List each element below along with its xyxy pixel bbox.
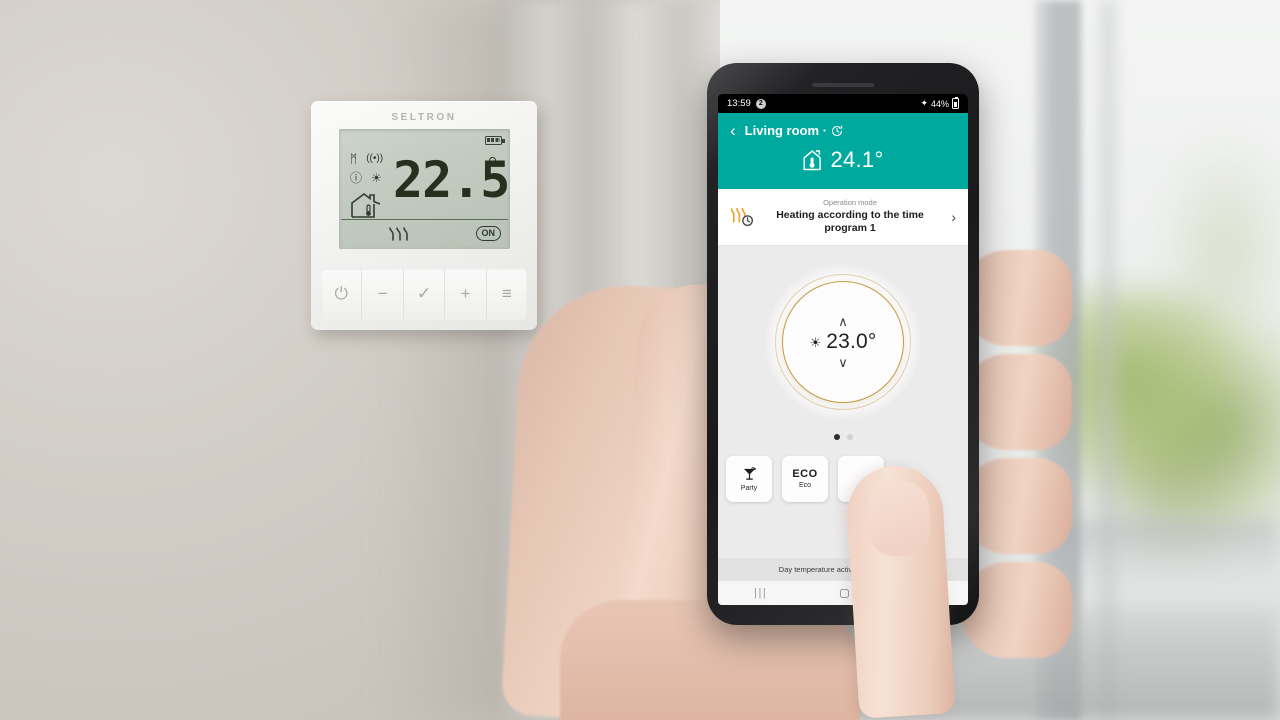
decrease-temperature-button[interactable]: ∨: [838, 356, 848, 369]
house-thermometer-icon: [803, 150, 822, 171]
current-temperature: 24.1°: [830, 147, 884, 172]
thermostat-keypad: ⏻ − ✓ + ≡: [321, 268, 527, 320]
lcd-divider: [341, 219, 508, 221]
quick-card-eco[interactable]: ECO Eco: [782, 456, 828, 503]
page-dot-1[interactable]: [833, 434, 840, 441]
house-thermometer-icon: [351, 193, 381, 218]
setpoint-display: ☀ 23.0°: [810, 330, 877, 354]
fingernail: [865, 477, 933, 559]
increase-temperature-button[interactable]: ∧: [838, 315, 848, 328]
operation-mode-texts: Operation mode Heating according to the …: [764, 198, 936, 235]
wifi-icon: ((•)): [366, 152, 384, 164]
page-title: Living room ·: [745, 123, 843, 138]
battery-icon: [485, 136, 505, 145]
recents-button[interactable]: |||: [754, 587, 767, 599]
power-button[interactable]: ⏻: [321, 268, 363, 320]
confirm-button[interactable]: ✓: [404, 268, 446, 320]
room-name: Living room ·: [744, 123, 828, 138]
setpoint-temperature: 23.0°: [826, 330, 877, 354]
page-dot-2[interactable]: [846, 434, 853, 441]
back-button[interactable]: ‹: [730, 122, 736, 139]
wall-thermostat[interactable]: SELTRON ᛗ ((•)) ⓘ ☀ 22.5 ON ⏻ − ✓ + ≡: [311, 101, 537, 330]
battery-percent-label: 44%: [930, 98, 949, 109]
location-icon: ✦: [920, 98, 928, 108]
clock-program-icon: ⓘ: [350, 170, 363, 185]
operation-mode-value: Heating according to the time program 1: [776, 209, 924, 235]
heating-schedule-icon: [730, 206, 756, 228]
thermostat-lcd: ᛗ ((•)) ⓘ ☀ 22.5 ON: [339, 129, 510, 249]
menu-bluetooth-button[interactable]: ≡: [487, 268, 527, 320]
quick-card-label: Party: [740, 484, 758, 492]
degree-symbol-icon: [489, 157, 496, 164]
sun-icon: ☀: [809, 334, 822, 350]
temperature-dial[interactable]: ∧ ☀ 23.0° ∨: [765, 264, 921, 421]
quick-card-label: Eco: [798, 482, 812, 490]
notification-count-badge: 2: [755, 98, 766, 109]
heating-waves-icon: [389, 227, 408, 241]
thermostat-brand: SELTRON: [391, 112, 457, 123]
app-header: ‹ Living room · 24.1°: [718, 113, 968, 189]
operation-mode-label: Operation mode: [823, 198, 877, 207]
earpiece-speaker: [812, 83, 874, 87]
on-indicator: ON: [475, 226, 501, 241]
bluetooth-icon: ᛗ: [350, 151, 358, 166]
schedule-clock-icon[interactable]: [831, 124, 843, 137]
minus-button[interactable]: −: [362, 268, 404, 320]
cocktail-icon: [743, 467, 756, 483]
home-button[interactable]: [839, 588, 849, 598]
sun-icon: ☀: [371, 170, 382, 185]
chevron-right-icon[interactable]: ›: [944, 209, 956, 225]
quick-card-party[interactable]: Party: [726, 456, 772, 503]
battery-icon: [952, 96, 959, 109]
android-status-bar: 13:59 2 ✦ 44%: [718, 94, 968, 113]
operation-mode-row[interactable]: Operation mode Heating according to the …: [718, 189, 968, 247]
page-indicator: [833, 434, 853, 441]
room-temperature-readout: 24.1°: [718, 141, 968, 189]
status-time: 13:59: [727, 98, 751, 109]
plus-button[interactable]: +: [445, 268, 487, 320]
eco-icon: ECO: [792, 468, 818, 481]
